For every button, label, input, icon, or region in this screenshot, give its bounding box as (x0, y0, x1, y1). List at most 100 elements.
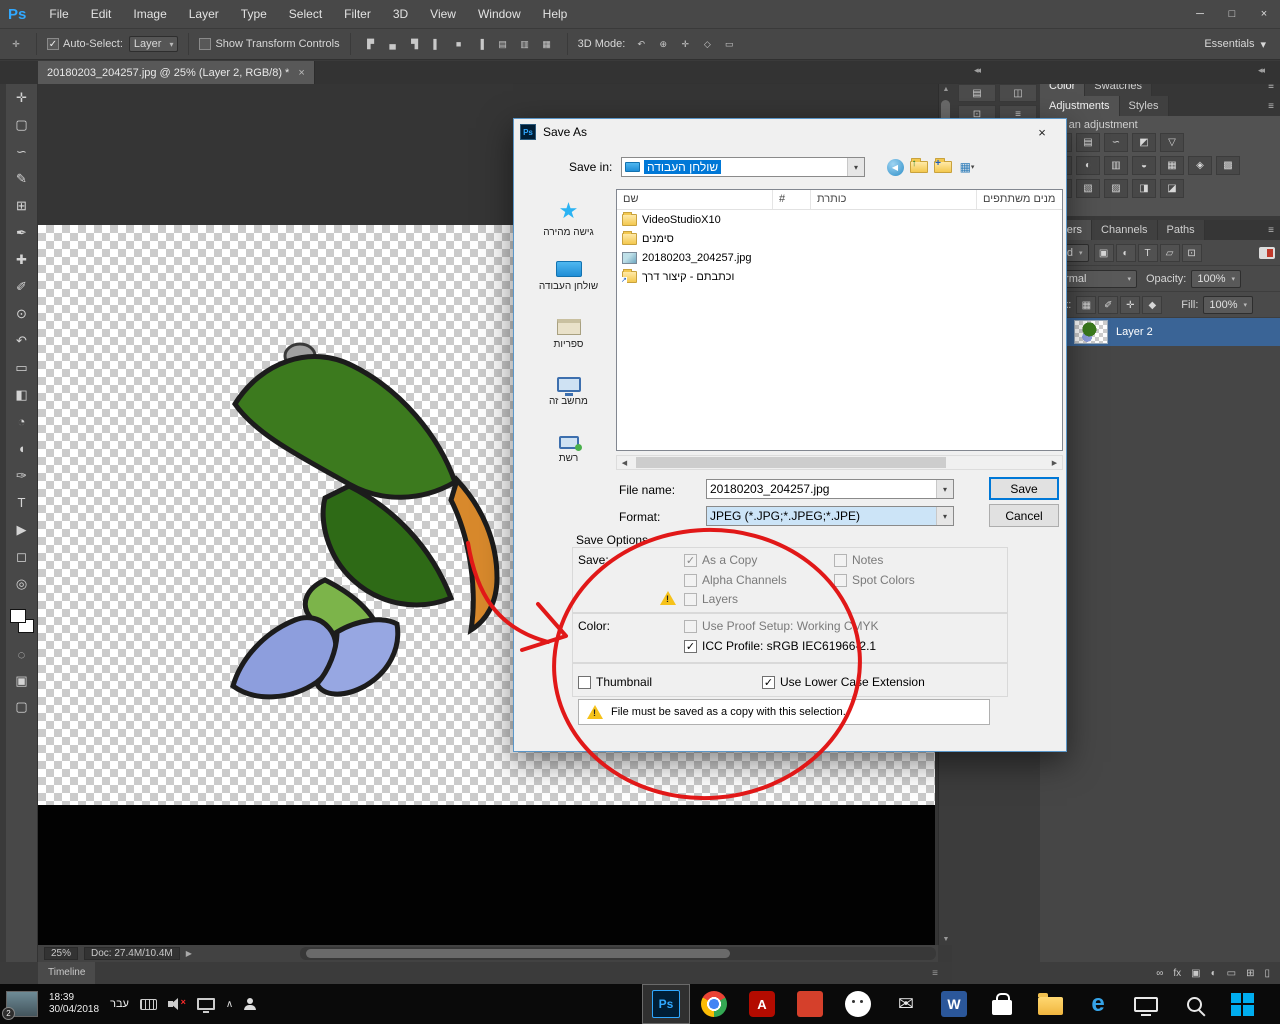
layer-row-selected[interactable]: ◉ Layer 2 (1040, 318, 1280, 346)
auto-select-checkbox[interactable]: ✓ Auto-Select: (47, 38, 123, 50)
taskbar-mail[interactable]: ✉ (882, 984, 930, 1024)
crop-tool[interactable]: ⊞ (6, 192, 37, 219)
menu-type[interactable]: Type (230, 7, 278, 21)
layer-name[interactable]: Layer 2 (1116, 326, 1153, 338)
scroll-up-icon[interactable]: ▲ (939, 86, 953, 93)
taskbar-chrome[interactable] (690, 984, 738, 1024)
pen-tool[interactable]: ✑ (6, 462, 37, 489)
3d-pan-icon[interactable]: ✛ (675, 34, 695, 54)
view-menu-button[interactable]: ▦ ▾ (956, 157, 978, 177)
filter-pixel-layers-icon[interactable]: ▣ (1094, 244, 1114, 262)
touch-keyboard-icon[interactable] (140, 999, 157, 1010)
up-one-level-button[interactable]: ↑ (908, 157, 930, 177)
gradient-map-icon[interactable]: ◨ (1132, 179, 1156, 198)
file-row[interactable]: VideoStudioX10 (617, 210, 1062, 229)
filter-smart-objects-icon[interactable]: ⊡ (1182, 244, 1202, 262)
menu-layer[interactable]: Layer (178, 7, 230, 21)
taskbar-connect[interactable] (1122, 984, 1170, 1024)
tab-paths[interactable]: Paths (1158, 220, 1205, 240)
history-brush-tool[interactable]: ↶ (6, 327, 37, 354)
status-flyout-icon[interactable]: ▶ (186, 949, 192, 958)
distribute-top-edges-icon[interactable]: ▤ (493, 34, 513, 54)
histogram-panel-icon[interactable]: ▤ (958, 84, 996, 102)
tab-channels[interactable]: Channels (1092, 220, 1157, 240)
column-header[interactable]: מנים משתתפים (977, 190, 1062, 209)
layer-mask-icon[interactable]: ▣ (1191, 968, 1200, 979)
layer-style-icon[interactable]: fx (1173, 968, 1181, 979)
menu-3d[interactable]: 3D (382, 7, 419, 21)
document-tab[interactable]: 20180203_204257.jpg @ 25% (Layer 2, RGB/… (38, 61, 315, 84)
channel-mixer-icon[interactable]: ◈ (1188, 156, 1212, 175)
photo-filter-icon[interactable]: ▦ (1160, 156, 1184, 175)
place-quick-access[interactable]: ★ גישה מהירה (522, 189, 615, 247)
menu-file[interactable]: File (38, 7, 79, 21)
foreground-color-chip[interactable] (10, 609, 26, 623)
column-header[interactable]: שםˆ (617, 190, 773, 209)
layer-thumbnail[interactable] (1074, 320, 1108, 344)
align-right-edges-icon[interactable]: ▐ (471, 34, 491, 54)
dodge-tool[interactable]: ◖ (6, 435, 37, 462)
eraser-tool[interactable]: ▭ (6, 354, 37, 381)
type-tool[interactable]: T (6, 489, 37, 516)
column-header[interactable]: # (773, 190, 811, 209)
shape-tool[interactable]: ◻ (6, 543, 37, 570)
curves-icon[interactable]: ∽ (1104, 133, 1128, 152)
lock-all-icon[interactable]: ◆ (1142, 296, 1162, 314)
menu-select[interactable]: Select (278, 7, 333, 21)
filter-toggle[interactable] (1259, 247, 1275, 259)
align-left-edges-icon[interactable]: ▌ (427, 34, 447, 54)
file-list-scrollbar[interactable]: ◀ ▶ (616, 455, 1063, 470)
save-in-select[interactable]: שולחן העבודה ▾ (621, 157, 865, 177)
layer-group-icon[interactable]: ▭ (1227, 968, 1236, 979)
dropdown-caret-icon[interactable]: ▾ (936, 480, 953, 498)
dialog-title-bar[interactable]: Ps Save As × (514, 119, 1066, 145)
panel-menu-icon[interactable]: ≡ (1268, 225, 1274, 236)
dropdown-caret-icon[interactable]: ▾ (936, 507, 953, 525)
expand-adjustments-icon[interactable]: ▽ (1160, 133, 1184, 152)
format-select[interactable]: JPEG (*.JPG;*.JPEG;*.JPE) ▾ (706, 506, 954, 526)
scroll-down-icon[interactable]: ▼ (939, 936, 953, 943)
levels-icon[interactable]: ▤ (1076, 133, 1100, 152)
lock-position-icon[interactable]: ✛ (1120, 296, 1140, 314)
language-indicator[interactable]: עבר (110, 998, 129, 1010)
file-row[interactable]: ↗ וכתבתם - קיצור דרך (617, 267, 1062, 286)
thumbnail-checkbox[interactable]: Thumbnail (578, 675, 652, 689)
taskbar-explorer[interactable] (1026, 984, 1074, 1024)
auto-select-target-select[interactable]: Layer ▾ (129, 36, 179, 52)
align-bottom-edges-icon[interactable]: ▜ (405, 34, 425, 54)
path-selection-tool[interactable]: ▶ (6, 516, 37, 543)
menu-view[interactable]: View (419, 7, 467, 21)
cancel-button[interactable]: Cancel (989, 504, 1059, 527)
menu-window[interactable]: Window (467, 7, 532, 21)
screen-mode-icon[interactable]: ▣ (6, 667, 37, 693)
posterize-icon[interactable]: ▧ (1076, 179, 1100, 198)
lower-case-extension-checkbox[interactable]: ✓ Use Lower Case Extension (762, 675, 925, 689)
distribute-vertical-centers-icon[interactable]: ▥ (515, 34, 535, 54)
restore-button[interactable]: □ (1216, 0, 1248, 28)
brush-tool[interactable]: ✐ (6, 273, 37, 300)
scrollbar-thumb[interactable] (636, 457, 946, 468)
distribute-bottom-edges-icon[interactable]: ▦ (537, 34, 557, 54)
collapse-panels-icon[interactable]: ◂◂ (974, 65, 979, 76)
place-libraries[interactable]: ספריות (522, 305, 615, 363)
back-button[interactable]: ◀ (884, 157, 906, 177)
file-row[interactable]: סימנים (617, 229, 1062, 248)
dialog-close-button[interactable]: × (1024, 125, 1060, 140)
filter-shape-layers-icon[interactable]: ▱ (1160, 244, 1180, 262)
taskbar-waze[interactable] (834, 984, 882, 1024)
link-layers-icon[interactable]: ∞ (1156, 968, 1163, 979)
place-this-pc[interactable]: מחשב זה (522, 363, 615, 421)
fill-select[interactable]: 100% ▾ (1203, 296, 1253, 314)
close-button[interactable]: × (1248, 0, 1280, 28)
delete-layer-icon[interactable]: ▯ (1264, 968, 1270, 979)
hue-saturation-icon[interactable]: ◐ (1076, 156, 1100, 175)
filter-adjustment-layers-icon[interactable]: ◐ (1116, 244, 1136, 262)
minimize-button[interactable]: ─ (1184, 0, 1216, 28)
clone-stamp-tool[interactable]: ⊙ (6, 300, 37, 327)
timeline-tab[interactable]: Timeline (38, 962, 95, 984)
collapse-dock-icon[interactable]: ◂◂ (1258, 65, 1263, 76)
eyedropper-tool[interactable]: ✒ (6, 219, 37, 246)
color-lookup-icon[interactable]: ▩ (1216, 156, 1240, 175)
quick-mask-icon[interactable]: ◌ (6, 641, 37, 667)
tab-close-icon[interactable]: × (298, 67, 304, 79)
